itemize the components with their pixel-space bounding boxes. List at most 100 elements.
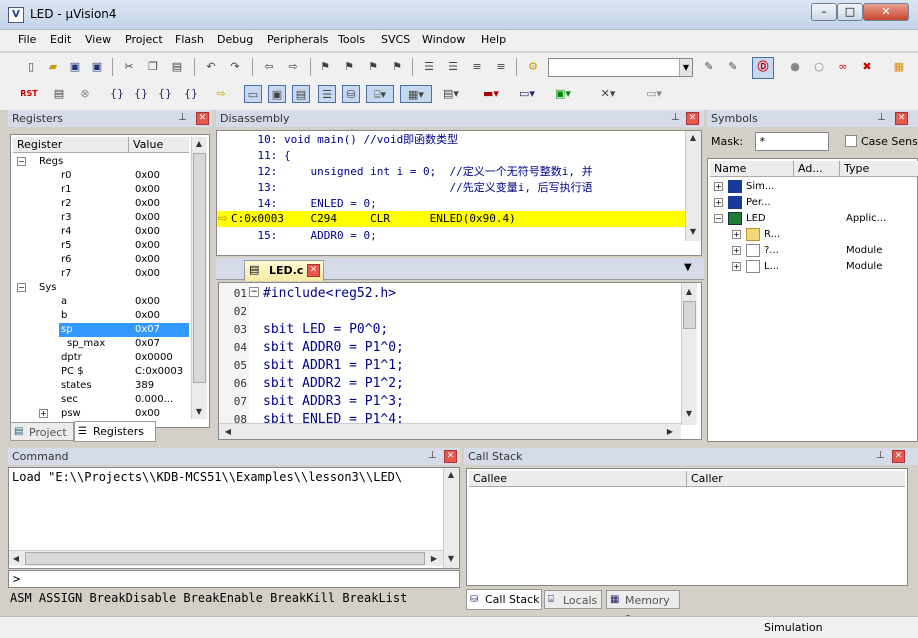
uncomment-icon[interactable]: ≡ [492,58,510,76]
register-row[interactable]: r6 0x00 [13,253,189,267]
menu-window[interactable]: Window [422,33,465,46]
show-next-statement-icon[interactable]: ⇨ [212,85,230,103]
close-tab-icon[interactable]: ✕ [307,264,320,277]
scroll-right-icon[interactable]: ▶ [427,552,441,566]
debug-session-icon[interactable]: Ⓓ [752,57,774,79]
expand-icon[interactable]: + [714,182,723,191]
register-row[interactable]: b 0x00 [13,309,189,323]
register-row[interactable]: r4 0x00 [13,225,189,239]
registers-window-icon[interactable]: ☰ [318,85,336,103]
scroll-thumb[interactable] [683,301,696,329]
symbol-row[interactable]: + R... [710,227,916,243]
command-hscrollbar[interactable]: ◀ ▶ [9,550,443,566]
expand-icon[interactable]: + [714,198,723,207]
register-row[interactable]: states 389 [13,379,189,393]
menu-svcs[interactable]: SVCS [381,33,410,46]
comment-icon[interactable]: ≡ [468,58,486,76]
menu-tools[interactable]: Tools [338,33,365,46]
register-row[interactable]: PC $ C:0x0003 [13,365,189,379]
menu-debug[interactable]: Debug [217,33,253,46]
step-out-icon[interactable]: {} [156,85,174,103]
code-line[interactable]: sbit ADDR1 = P1^1; [263,357,404,375]
chevron-down-icon[interactable]: ▼ [684,262,692,273]
menu-file[interactable]: File [18,33,36,46]
expand-icon[interactable]: + [39,409,48,418]
cut-icon[interactable]: ✂ [120,58,138,76]
register-row[interactable]: r1 0x00 [13,183,189,197]
tools-icon[interactable]: ✎ [724,58,742,76]
indent-icon[interactable]: ☰ [420,58,438,76]
nav-forward-icon[interactable]: ⇨ [284,58,302,76]
code-line[interactable]: sbit ADDR3 = P1^3; [263,393,404,411]
pin-icon[interactable]: ⊥ [428,450,437,461]
find-combo[interactable] [548,58,693,77]
case-sensitive-checkbox[interactable] [845,135,857,147]
register-column-header[interactable]: Register [13,137,129,153]
save-icon[interactable]: ▣ [66,58,84,76]
incremental-find-icon[interactable]: ✎ [700,58,718,76]
editor-vscrollbar[interactable]: ▲ ▼ [681,283,697,425]
register-row[interactable]: − Regs [13,155,189,169]
symbol-row[interactable]: +?... Module [710,243,916,259]
close-icon[interactable]: ✕ [444,450,457,463]
register-row[interactable]: + psw 0x00 [13,407,189,421]
unindent-icon[interactable]: ☰ [444,58,462,76]
register-row[interactable]: r3 0x00 [13,211,189,225]
configure-icon[interactable]: ▦ [890,58,908,76]
disassembly-window-icon[interactable]: ▣ [268,85,286,103]
step-over-icon[interactable]: {} [132,85,150,103]
scroll-up-icon[interactable]: ▲ [192,137,206,151]
registers-scrollbar[interactable]: ▲ ▼ [191,137,207,419]
bookmark-icon[interactable]: ⚑ [316,58,334,76]
expand-icon[interactable]: + [732,230,741,239]
editor-hscrollbar[interactable]: ◀ ▶ [219,423,681,439]
close-icon[interactable]: ✕ [686,112,699,125]
scroll-thumb[interactable] [193,153,206,383]
scroll-up-icon[interactable]: ▲ [682,285,696,299]
name-column-header[interactable]: Name [710,161,794,177]
maximize-button[interactable]: □ [837,3,863,21]
value-column-header[interactable]: Value [129,137,189,153]
pin-icon[interactable]: ⊥ [178,112,187,123]
menu-view[interactable]: View [85,33,111,46]
nav-back-icon[interactable]: ⇦ [260,58,278,76]
register-row[interactable]: − Sys [13,281,189,295]
register-row[interactable]: a 0x00 [13,295,189,309]
call-stack-window-icon[interactable]: ⛁ [342,85,360,103]
register-row[interactable]: r5 0x00 [13,239,189,253]
close-icon[interactable]: ✕ [892,450,905,463]
open-folder-icon[interactable]: ▰ [44,58,62,76]
register-row[interactable]: sp_max 0x07 [13,337,189,351]
pin-icon[interactable]: ⊥ [877,112,886,123]
redo-icon[interactable]: ↷ [226,58,244,76]
register-row[interactable]: r0 0x00 [13,169,189,183]
close-icon[interactable]: ✕ [895,112,908,125]
scroll-down-icon[interactable]: ▼ [682,407,696,421]
menu-help[interactable]: Help [481,33,506,46]
debug-restore-views-icon[interactable]: ▭▾ [640,85,668,103]
bookmark-next-icon[interactable]: ⚑ [364,58,382,76]
register-row[interactable]: r7 0x00 [13,267,189,281]
register-row[interactable]: r2 0x00 [13,197,189,211]
symbol-row[interactable]: + Sim... [710,179,916,195]
toolbox-icon[interactable]: ✕▾ [594,85,622,103]
collapse-icon[interactable]: − [17,283,26,292]
symbol-row[interactable]: − LED Applic... [710,211,916,227]
scroll-down-icon[interactable]: ▼ [444,552,458,566]
close-window-button[interactable]: ✕ [863,3,909,21]
symbols-window-icon[interactable]: ▤ [292,85,310,103]
stop-icon[interactable]: ⊗ [76,85,94,103]
new-file-icon[interactable]: ▯ [22,58,40,76]
collapse-icon[interactable]: − [714,214,723,223]
expand-icon[interactable]: + [732,246,741,255]
code-line[interactable]: sbit LED = P0^0; [263,321,388,339]
type-column-header[interactable]: Type [840,161,918,177]
breakpoint-disable-icon[interactable]: ○ [810,58,828,76]
chevron-down-icon[interactable]: ▼ [679,59,692,76]
scroll-down-icon[interactable]: ▼ [192,405,206,419]
scroll-left-icon[interactable]: ◀ [9,552,23,566]
breakpoint-disable-all-icon[interactable]: ∞ [834,58,852,76]
breakpoint-kill-all-icon[interactable]: ✖ [858,58,876,76]
callee-column-header[interactable]: Callee [469,471,687,487]
address-column-header[interactable]: Ad... [794,161,840,177]
